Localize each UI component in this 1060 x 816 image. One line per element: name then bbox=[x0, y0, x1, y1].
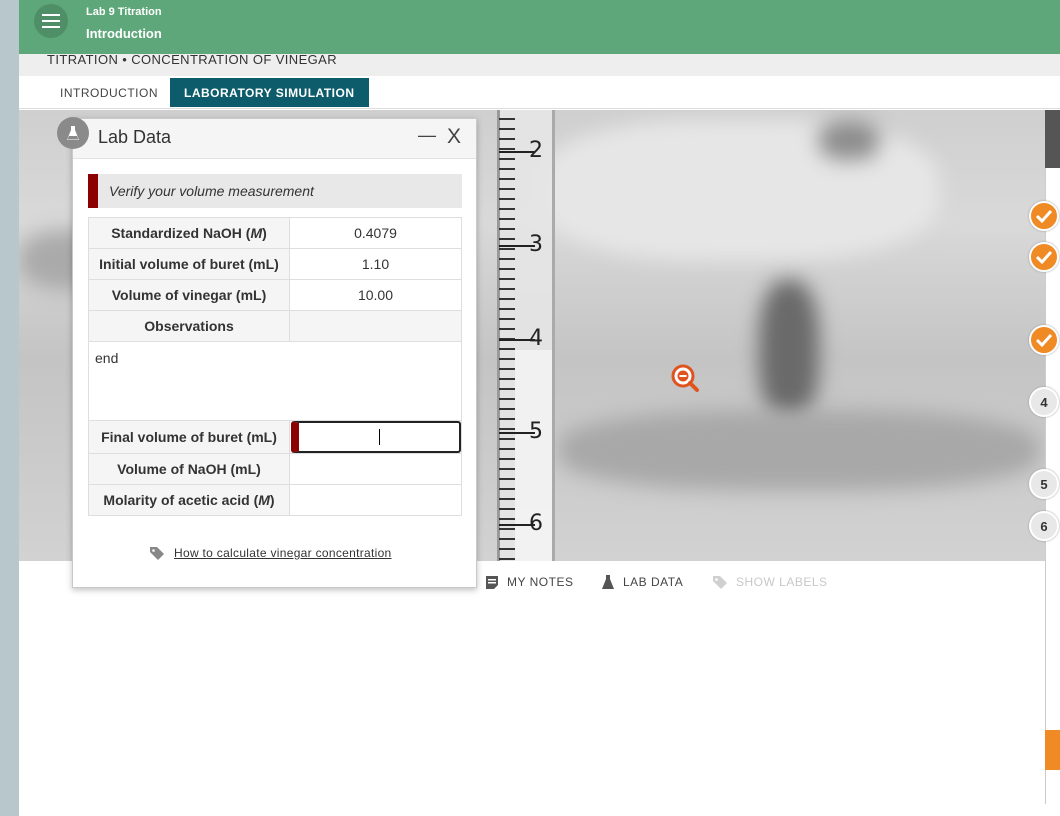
tag-icon bbox=[713, 576, 727, 589]
final-volume-cell bbox=[289, 420, 462, 454]
menu-icon-line bbox=[42, 26, 60, 28]
initial-volume-value: 1.10 bbox=[289, 248, 462, 280]
buret-label: 3 bbox=[529, 232, 543, 257]
step-2-complete[interactable] bbox=[1029, 242, 1059, 272]
my-notes-label: MY NOTES bbox=[507, 575, 574, 589]
breadcrumb: TITRATION • CONCENTRATION OF VINEGAR bbox=[47, 54, 338, 67]
table-row: end bbox=[88, 341, 462, 421]
step-4[interactable]: 4 bbox=[1029, 387, 1059, 417]
howto-link-row[interactable]: How to calculate vinegar concentration bbox=[149, 546, 392, 560]
zoom-out-icon[interactable] bbox=[670, 363, 700, 393]
dialog-header[interactable]: Lab Data — X bbox=[57, 117, 476, 159]
show-labels-button[interactable]: SHOW LABELS bbox=[712, 573, 828, 591]
volume-naoh-label: Volume of NaOH (mL) bbox=[88, 453, 290, 485]
buret-label: 2 bbox=[529, 138, 543, 163]
final-volume-label: Final volume of buret (mL) bbox=[88, 420, 290, 454]
volume-naoh-value bbox=[289, 453, 462, 485]
lab-data-button[interactable]: LAB DATA bbox=[601, 573, 683, 591]
vinegar-volume-label: Volume of vinegar (mL) bbox=[88, 279, 290, 311]
menu-icon-line bbox=[42, 20, 60, 22]
blurred-window bbox=[819, 120, 879, 160]
blurred-bench bbox=[559, 410, 1039, 490]
lab-data-table: Standardized NaOH (M) 0.4079 Initial vol… bbox=[88, 217, 462, 516]
dialog-title: Lab Data bbox=[98, 127, 172, 147]
molarity-label: Molarity of acetic acid (M) bbox=[88, 484, 290, 516]
final-volume-input[interactable] bbox=[291, 421, 461, 453]
table-row: Final volume of buret (mL) bbox=[88, 420, 462, 454]
menu-icon-line bbox=[42, 14, 60, 16]
side-orange-tab[interactable] bbox=[1045, 730, 1060, 770]
top-bar: Lab 9 Titration Introduction bbox=[19, 0, 1060, 54]
left-edge-strip bbox=[0, 0, 19, 816]
initial-volume-label: Initial volume of buret (mL) bbox=[88, 248, 290, 280]
show-labels-label: SHOW LABELS bbox=[736, 575, 828, 589]
tag-icon bbox=[150, 547, 164, 560]
table-row: Standardized NaOH (M) 0.4079 bbox=[88, 217, 462, 249]
check-icon bbox=[1035, 209, 1053, 223]
page-title: Introduction bbox=[86, 26, 162, 41]
observations-textarea[interactable]: end bbox=[88, 341, 462, 421]
hamburger-menu-button[interactable] bbox=[34, 4, 68, 38]
flask-icon bbox=[602, 575, 614, 589]
molarity-value bbox=[289, 484, 462, 516]
table-row: Observations bbox=[88, 310, 462, 342]
lab-data-dialog: Lab Data — X Verify your volume measurem… bbox=[57, 117, 477, 588]
text-cursor bbox=[379, 429, 380, 445]
verify-alert: Verify your volume measurement bbox=[88, 174, 462, 208]
buret-label: 4 bbox=[529, 326, 543, 351]
app-frame: Lab 9 Titration Introduction TITRATION •… bbox=[19, 0, 1060, 804]
lab-data-label: LAB DATA bbox=[623, 575, 684, 589]
blurred-cabinet bbox=[539, 120, 939, 260]
tab-bar: INTRODUCTION LABORATORY SIMULATION bbox=[19, 76, 1060, 109]
close-button[interactable]: X bbox=[447, 125, 461, 149]
table-row: Initial volume of buret (mL) 1.10 bbox=[88, 248, 462, 280]
course-title: Lab 9 Titration bbox=[86, 6, 162, 18]
table-row: Molarity of acetic acid (M) bbox=[88, 484, 462, 516]
blurred-person bbox=[759, 280, 819, 420]
breadcrumb-bar: TITRATION • CONCENTRATION OF VINEGAR bbox=[19, 54, 1060, 76]
observations-header-cell bbox=[289, 310, 462, 342]
buret-label: 5 bbox=[529, 419, 543, 444]
step-3-complete[interactable] bbox=[1029, 325, 1059, 355]
howto-link[interactable]: How to calculate vinegar concentration bbox=[174, 546, 392, 560]
naoh-value: 0.4079 bbox=[289, 217, 462, 249]
vinegar-volume-value: 10.00 bbox=[289, 279, 462, 311]
right-panel-header bbox=[1045, 110, 1060, 168]
flask-icon bbox=[57, 117, 89, 149]
buret-label: 6 bbox=[529, 511, 543, 536]
step-6[interactable]: 6 bbox=[1029, 511, 1059, 541]
observations-label: Observations bbox=[88, 310, 290, 342]
table-row: Volume of vinegar (mL) 10.00 bbox=[88, 279, 462, 311]
notes-icon bbox=[486, 575, 498, 589]
my-notes-button[interactable]: MY NOTES bbox=[485, 573, 573, 591]
step-1-complete[interactable] bbox=[1029, 201, 1059, 231]
tab-laboratory-simulation[interactable]: LABORATORY SIMULATION bbox=[170, 78, 369, 107]
minimize-button[interactable]: — bbox=[418, 125, 436, 146]
table-row: Volume of NaOH (mL) bbox=[88, 453, 462, 485]
step-5[interactable]: 5 bbox=[1029, 469, 1059, 499]
check-icon bbox=[1035, 333, 1053, 347]
check-icon bbox=[1035, 250, 1053, 264]
tab-introduction[interactable]: INTRODUCTION bbox=[46, 78, 172, 107]
naoh-label: Standardized NaOH (M) bbox=[88, 217, 290, 249]
